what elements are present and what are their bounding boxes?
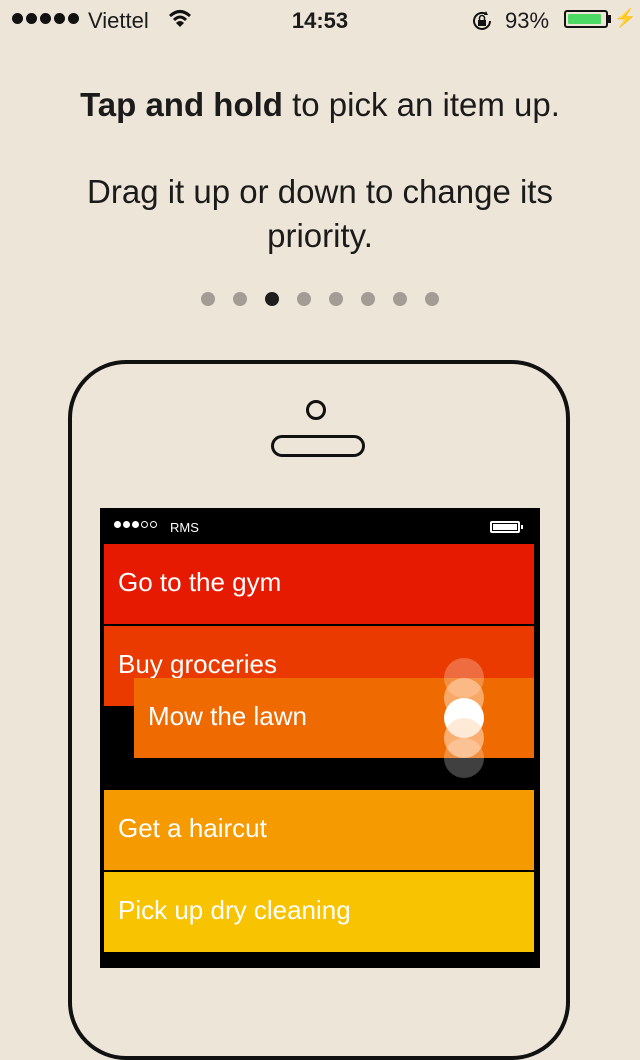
page-dot[interactable]	[393, 292, 407, 306]
battery-tip	[608, 15, 611, 23]
page-dot[interactable]	[329, 292, 343, 306]
instruction-rest: to pick an item up.	[282, 86, 560, 123]
instruction-emphasis: Tap and hold	[80, 86, 283, 123]
page-dot[interactable]	[297, 292, 311, 306]
mini-status-bar: RMS	[100, 508, 540, 544]
mini-carrier: RMS	[170, 520, 199, 535]
page-dot[interactable]	[265, 292, 279, 306]
page-dot[interactable]	[201, 292, 215, 306]
mini-battery-tip	[521, 525, 523, 529]
page-indicator[interactable]	[0, 292, 640, 306]
mini-battery-icon	[490, 521, 520, 533]
battery-icon	[564, 10, 608, 28]
page-dot[interactable]	[425, 292, 439, 306]
phone-camera	[306, 400, 326, 420]
battery-percent: 93%	[505, 8, 550, 33]
list-item: Pick up dry cleaning	[104, 872, 534, 952]
status-bar: Viettel 14:53 93% ⚡	[0, 0, 640, 40]
instruction-line-2: Drag it up or down to change its priorit…	[87, 173, 553, 254]
list-item: Go to the gym	[104, 544, 534, 624]
rotation-lock-icon	[470, 9, 494, 39]
phone-screen: RMS Go to the gym Buy groceries Get a ha…	[100, 508, 540, 968]
touch-trail-icon	[444, 738, 484, 778]
page-dot[interactable]	[233, 292, 247, 306]
phone-speaker	[271, 435, 365, 457]
instruction-line-1: Tap and hold to pick an item up.	[0, 86, 640, 124]
charging-bolt-icon: ⚡	[614, 8, 637, 28]
mini-signal-icon	[114, 521, 157, 528]
list-item: Get a haircut	[104, 790, 534, 870]
page-dot[interactable]	[361, 292, 375, 306]
